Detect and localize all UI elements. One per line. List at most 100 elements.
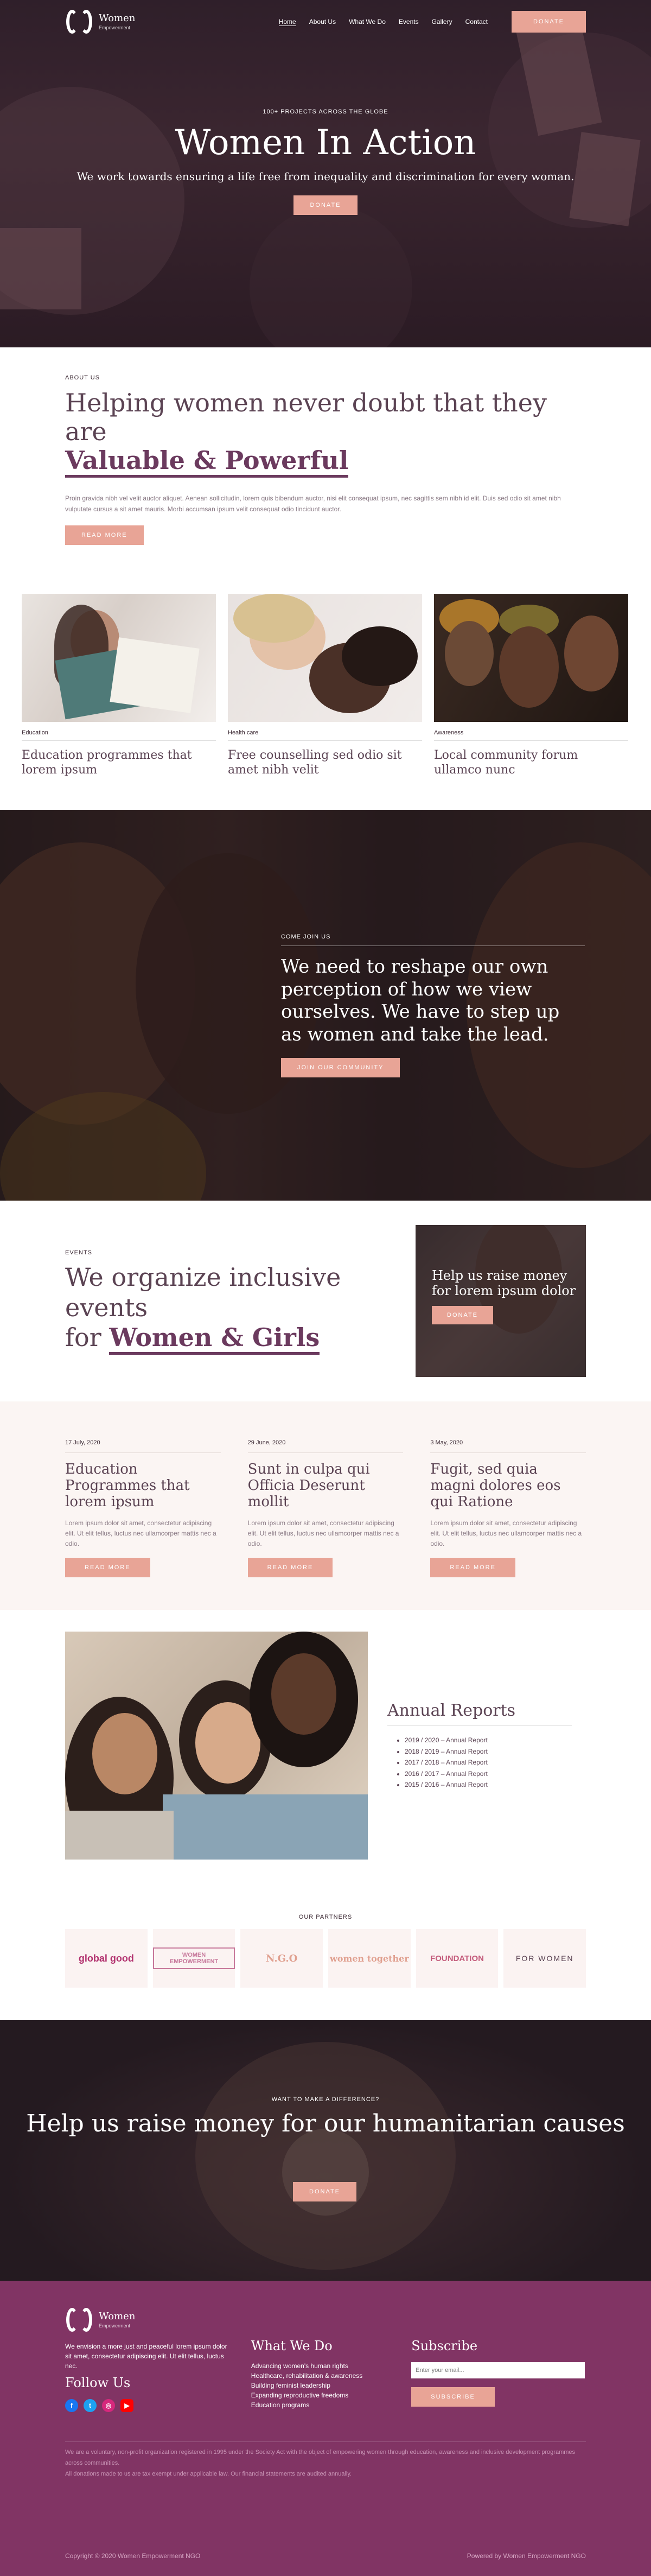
youtube-icon[interactable]: ▶ [120,2399,133,2413]
partners-section: Our Partners global good WOMEN EMPOWERME… [0,1903,651,2020]
about-read-more-button[interactable]: Read More [65,525,144,545]
reports-photo [65,1632,368,1860]
events-donate-box: Help us raise money for lorem ipsum dolo… [416,1225,586,1378]
post-excerpt: Lorem ipsum dolor sit amet, consectetur … [65,1519,216,1548]
main-nav: Women Empowerment Home About Us What We … [0,0,651,43]
report-link[interactable]: 2017 / 2018 – Annual Report [405,1757,572,1768]
powered-by-text: Powered by Women Empowerment NGO [467,2552,586,2560]
post-read-more-button[interactable]: Read More [65,1558,150,1578]
hero-content: 100+ PROJECTS ACROSS THE GLOBE Women In … [0,109,651,215]
nav-link-contact[interactable]: Contact [465,18,488,26]
post-title[interactable]: Fugit, sed quia magni dolores eos qui Ra… [430,1461,586,1511]
nav-link-gallery[interactable]: Gallery [432,18,452,26]
about-title-accent: Valuable & Powerful [65,446,349,478]
news-section: 17 July, 2020 Education Programmes that … [0,1401,651,1610]
card-category: Education [22,729,216,741]
events-title: We organize inclusive events for Women &… [65,1262,416,1355]
subscribe-button[interactable]: Subscribe [411,2387,495,2407]
partner-logo[interactable]: women together [328,1929,411,1988]
hero-title: Women In Action [175,123,476,163]
nav-link-what-we-do[interactable]: What We Do [349,18,386,26]
events-eyebrow: Events [65,1249,93,1257]
cta-title: Help us raise money for our humanitarian… [26,2110,625,2138]
card-image [434,594,628,722]
join-eyebrow: Come Join Us [281,934,585,947]
hero-section: Women Empowerment Home About Us What We … [0,0,651,347]
footer-link[interactable]: Expanding reproductive freedoms [251,2390,390,2400]
card-title: Education programmes that lorem ipsum [22,748,192,777]
card-title: Free counselling sed odio sit amet nibh … [228,748,402,777]
copyright-text: Copyright © 2020 Women Empowerment NGO [65,2552,201,2560]
footer-logo[interactable]: Women Empowerment [65,2306,229,2334]
partner-logo[interactable]: N.G.O [240,1929,323,1988]
reports-section: Annual Reports 2019 / 2020 – Annual Repo… [0,1610,651,1903]
footer-link[interactable]: Building feminist leadership [251,2381,390,2390]
brand-logo[interactable]: Women Empowerment [65,8,135,36]
hero-donate-button[interactable]: Donate [293,195,358,215]
partner-logo[interactable]: WOMEN EMPOWERMENT [152,1929,235,1988]
footer-link[interactable]: Education programs [251,2400,390,2410]
events-section: Events We organize inclusive events for … [0,1201,651,1401]
nav-link-home[interactable]: Home [278,18,296,26]
post-excerpt: Lorem ipsum dolor sit amet, consectetur … [430,1519,582,1548]
subscribe-title: Subscribe [411,2338,478,2354]
about-body: Proin gravida nibh vel velit auctor aliq… [65,494,561,513]
join-community-button[interactable]: Join our Community [281,1058,400,1078]
reports-title: Annual Reports [387,1701,572,1727]
footer-legal: We are a voluntary, non-profit organizat… [65,2441,586,2479]
twitter-icon[interactable]: t [84,2399,97,2413]
footer-link[interactable]: Advancing women's human rights [251,2361,390,2371]
report-link[interactable]: 2019 / 2020 – Annual Report [405,1735,572,1746]
join-section: Come Join Us We need to reshape our own … [0,810,651,1201]
join-title: We need to reshape our own perception of… [281,956,560,1045]
brand-name: Women Empowerment [99,12,136,30]
report-link[interactable]: 2018 / 2019 – Annual Report [405,1746,572,1757]
footer-brand-name: Women Empowerment [99,2310,136,2328]
events-title-accent: Women & Girls [109,1322,320,1355]
what-we-do-list: Advancing women's human rights Healthcar… [251,2361,390,2410]
facebook-icon[interactable]: f [65,2399,78,2413]
report-link[interactable]: 2016 / 2017 – Annual Report [405,1768,572,1779]
focus-card[interactable]: Health care Free counselling sed odio si… [228,594,422,777]
hero-eyebrow: 100+ PROJECTS ACROSS THE GLOBE [263,109,388,115]
focus-card[interactable]: Education Education programmes that lore… [22,594,216,777]
logo-icon [65,8,93,36]
cta-donate-button[interactable]: Donate [293,2182,357,2202]
post-title[interactable]: Sunt in culpa qui Officia Deserunt molli… [248,1461,404,1511]
focus-card[interactable]: Awareness Local community forum ullamco … [434,594,628,777]
post-date: 17 July, 2020 [65,1439,221,1454]
post-date: 29 June, 2020 [247,1439,404,1454]
card-title: Local community forum ullamco nunc [434,748,578,777]
about-title: Helping women never doubt that they are … [65,389,586,478]
logo-icon [65,2306,93,2334]
social-links: f t ◎ ▶ [65,2399,229,2413]
news-post: 3 May, 2020 Fugit, sed quia magni dolore… [430,1439,586,1578]
card-category: Awareness [434,729,628,741]
email-field[interactable] [411,2362,585,2379]
partners-eyebrow: Our Partners [298,1914,353,1921]
follow-title: Follow Us [65,2375,131,2391]
nav-link-about[interactable]: About Us [309,18,336,26]
instagram-icon[interactable]: ◎ [102,2399,115,2413]
reports-list: 2019 / 2020 – Annual Report 2018 / 2019 … [387,1735,572,1790]
nav-donate-button[interactable]: Donate [511,11,586,33]
post-excerpt: Lorem ipsum dolor sit amet, consectetur … [247,1519,399,1548]
news-post: 17 July, 2020 Education Programmes that … [65,1439,221,1578]
events-donate-button[interactable]: Donate [432,1306,494,1325]
post-title[interactable]: Education Programmes that lorem ipsum [65,1461,221,1511]
partner-logo[interactable]: FOUNDATION [416,1929,499,1988]
partner-logo[interactable]: FOR WOMEN [503,1929,586,1988]
card-image [22,594,216,722]
site-footer: Women Empowerment We envision a more jus… [0,2281,651,2576]
report-link[interactable]: 2015 / 2016 – Annual Report [405,1779,572,1790]
partner-logo[interactable]: global good [65,1929,148,1988]
hero-bg-shape [250,206,412,347]
post-read-more-button[interactable]: Read More [247,1558,333,1578]
nav-link-events[interactable]: Events [399,18,419,26]
footer-link[interactable]: Healthcare, rehabilitation & awareness [251,2371,390,2381]
events-box-title: Help us raise money for lorem ipsum dolo… [432,1268,576,1298]
about-eyebrow: About Us [65,375,100,381]
post-read-more-button[interactable]: Read More [430,1558,515,1578]
about-section: About Us Helping women never doubt that … [0,347,651,583]
cta-section: Want to make a difference? Help us raise… [0,2020,651,2281]
